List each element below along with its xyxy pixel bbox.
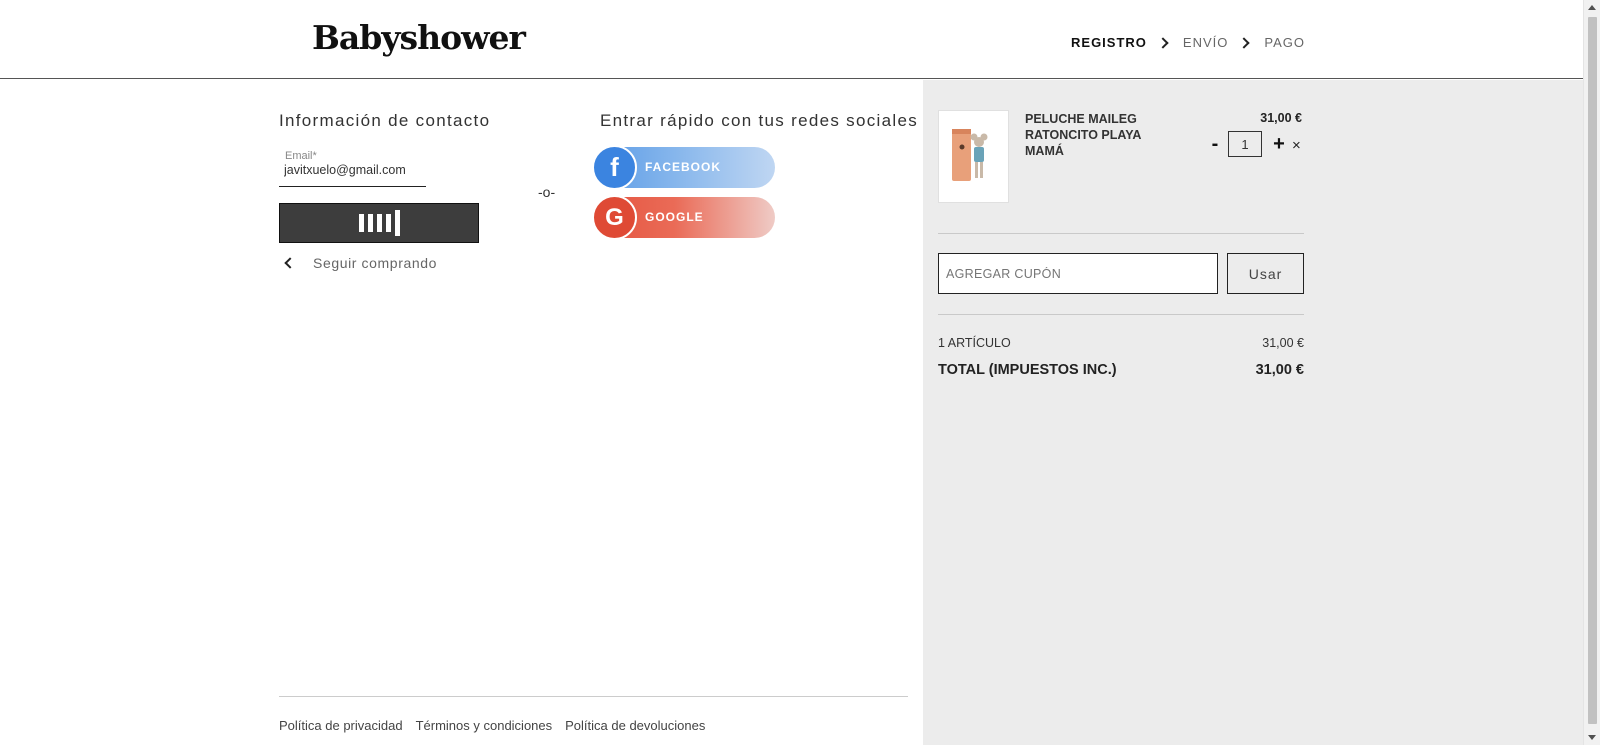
- loading-bar: [394, 210, 400, 236]
- step-envio: ENVÍO: [1182, 35, 1229, 50]
- vertical-scrollbar[interactable]: [1583, 0, 1600, 745]
- step-pago: PAGO: [1264, 35, 1305, 50]
- loading-bar: [367, 214, 373, 232]
- privacy-policy-link[interactable]: Política de privacidad: [279, 718, 403, 733]
- checkout-page: Babyshower REGISTRO ENVÍO PAGO Informaci…: [0, 0, 1600, 745]
- product-image[interactable]: [938, 110, 1009, 203]
- product-price: 31,00 €: [1260, 111, 1302, 125]
- order-summary-panel: [923, 80, 1583, 745]
- items-count-label: 1 ARTÍCULO: [938, 336, 1011, 350]
- scroll-up-arrow-icon[interactable]: [1588, 5, 1596, 10]
- loading-bar: [358, 214, 364, 232]
- google-label: GOOGLE: [645, 210, 704, 224]
- email-label: Email*: [285, 150, 317, 162]
- decrease-quantity-button[interactable]: -: [1206, 133, 1224, 156]
- terms-link[interactable]: Términos y condiciones: [416, 718, 553, 733]
- summary-divider: [938, 314, 1304, 315]
- step-registro: REGISTRO: [1071, 35, 1147, 50]
- cart-divider: [938, 233, 1304, 234]
- footer-links: Política de privacidad Términos y condic…: [279, 718, 705, 733]
- chevron-right-icon: [1238, 36, 1251, 49]
- items-subtotal-row: 1 ARTÍCULO 31,00 €: [938, 336, 1304, 350]
- social-title: Entrar rápido con tus redes sociales: [600, 111, 918, 130]
- loading-bar: [385, 214, 391, 232]
- quantity-stepper: - +: [1206, 131, 1288, 157]
- email-field[interactable]: Email*: [279, 148, 426, 187]
- chevron-right-icon: [1157, 36, 1169, 49]
- product-name[interactable]: PELUCHE MAILEG RATONCITO PLAYA MAMÁ: [1025, 111, 1175, 159]
- facebook-login-button[interactable]: f FACEBOOK: [592, 145, 775, 190]
- facebook-icon: f: [592, 145, 637, 190]
- remove-item-icon[interactable]: ×: [1292, 137, 1301, 154]
- loading-bar: [376, 214, 382, 232]
- header: Babyshower REGISTRO ENVÍO PAGO: [0, 0, 1583, 79]
- google-icon: G: [592, 195, 637, 240]
- total-row: TOTAL (IMPUESTOS INC.) 31,00 €: [938, 362, 1304, 378]
- email-input[interactable]: [284, 163, 424, 177]
- coupon-input[interactable]: [938, 253, 1218, 294]
- total-label: TOTAL (IMPUESTOS INC.): [938, 362, 1117, 378]
- footer-divider: [279, 696, 908, 697]
- or-separator: -o-: [538, 184, 556, 200]
- items-subtotal-value: 31,00 €: [1262, 336, 1304, 350]
- checkout-steps: REGISTRO ENVÍO PAGO: [1071, 35, 1305, 50]
- returns-policy-link[interactable]: Política de devoluciones: [565, 718, 705, 733]
- facebook-label: FACEBOOK: [645, 160, 722, 174]
- google-login-button[interactable]: G GOOGLE: [592, 195, 775, 240]
- contact-title: Información de contacto: [279, 111, 491, 130]
- continue-shopping-label: Seguir comprando: [313, 255, 437, 271]
- total-value: 31,00 €: [1255, 362, 1304, 378]
- apply-coupon-button[interactable]: Usar: [1227, 253, 1304, 294]
- quantity-input[interactable]: [1228, 131, 1262, 157]
- mouse-toy-image: [952, 129, 988, 181]
- logo[interactable]: Babyshower: [312, 18, 526, 57]
- scrollbar-thumb[interactable]: [1588, 17, 1597, 724]
- scroll-down-arrow-icon[interactable]: [1588, 735, 1596, 740]
- continue-shopping-link[interactable]: Seguir comprando: [284, 255, 437, 271]
- increase-quantity-button[interactable]: +: [1270, 133, 1288, 156]
- continue-button[interactable]: [279, 203, 479, 243]
- chevron-left-icon: [284, 257, 296, 269]
